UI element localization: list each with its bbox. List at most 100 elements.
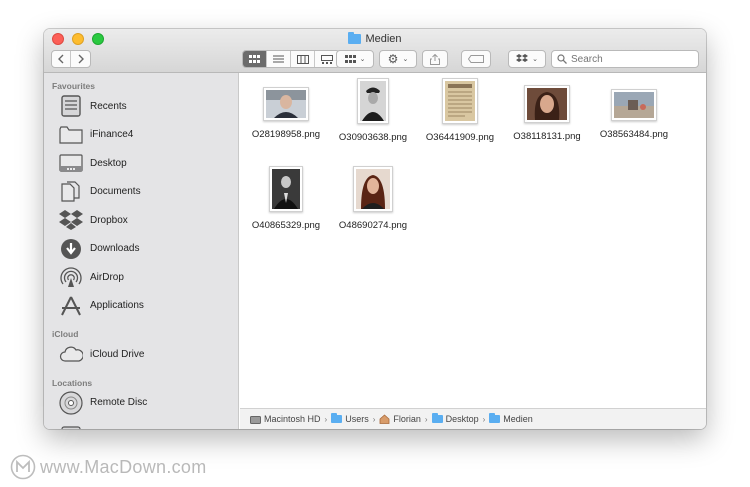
column-view-button[interactable] (291, 51, 315, 67)
gear-icon: ⚙ (387, 52, 399, 66)
search-icon (557, 54, 567, 64)
file-item[interactable]: O28198958.png (242, 87, 330, 140)
back-button[interactable] (52, 51, 72, 67)
file-name: O38563484.png (599, 129, 669, 140)
dropbox-icon (59, 209, 83, 231)
file-thumbnail (357, 78, 389, 124)
file-thumbnail (269, 166, 303, 212)
file-item[interactable]: O38118131.png (503, 85, 591, 142)
downloads-icon (59, 238, 83, 260)
folder-icon (348, 32, 362, 44)
sidebar-item-partial[interactable] (44, 417, 238, 429)
column-view-icon (296, 54, 309, 64)
chevron-right-icon: › (324, 414, 328, 424)
path-segment-users[interactable]: Users (331, 413, 369, 424)
sidebar-item-recents[interactable]: Recents (44, 92, 238, 121)
file-thumbnail (263, 87, 309, 121)
woman-portrait-thumbnail (527, 88, 567, 120)
sidebar-item-label: Desktop (90, 157, 127, 169)
forward-button[interactable] (71, 51, 90, 67)
share-icon (430, 53, 440, 65)
path-segment-medien[interactable]: Medien (489, 413, 533, 424)
chevron-right-icon: › (424, 414, 428, 424)
path-segment-label: Macintosh HD (264, 414, 321, 424)
action-button[interactable]: ⚙ ⌄ (379, 50, 417, 68)
sidebar-item-label: Downloads (90, 243, 140, 255)
gallery-view-icon (321, 54, 333, 64)
recents-icon (59, 95, 83, 117)
desktop-icon (59, 152, 83, 174)
dropbox-icon (516, 54, 529, 62)
folder-icon (489, 413, 501, 423)
newspaper-thumbnail (445, 81, 475, 121)
path-segment-label: Medien (503, 414, 533, 424)
file-item[interactable]: O30903638.png (329, 78, 417, 143)
icon-view-icon (249, 54, 260, 63)
home-icon (379, 414, 390, 424)
folder-icon (59, 124, 83, 146)
documents-icon (59, 181, 83, 203)
sidebar-item-ifinance4[interactable]: iFinance4 (44, 121, 238, 150)
cloud-icon (59, 343, 83, 365)
chevron-right-icon: › (372, 414, 376, 424)
file-item[interactable]: O36441909.png (416, 78, 504, 143)
sidebar-item-applications[interactable]: Applications (44, 292, 238, 321)
sidebar-item-downloads[interactable]: Downloads (44, 235, 238, 264)
path-segment-label: Florian (393, 414, 421, 424)
file-name: O28198958.png (251, 129, 321, 140)
icon-view-button[interactable] (243, 51, 267, 67)
sidebar-item-dropbox[interactable]: Dropbox (44, 206, 238, 235)
sidebar-item-label: Remote Disc (90, 397, 148, 409)
sidebar-item-label: Applications (90, 300, 144, 312)
locations-header: Locations (52, 377, 93, 388)
list-view-button[interactable] (267, 51, 291, 67)
window-title: Medien (44, 32, 706, 45)
finder-window: Medien ⌄ ⚙ ⌄ ⌄ Search Favourites Recents… (44, 29, 706, 429)
file-thumbnail (524, 85, 570, 123)
search-field[interactable] (551, 50, 699, 68)
file-item[interactable]: O48690274.png (329, 166, 417, 231)
sidebar-item-remote-disc[interactable]: Remote Disc (44, 389, 238, 418)
harddisk-icon (59, 420, 83, 429)
sidebar-item-label: iFinance4 (90, 129, 134, 141)
list-view-icon (273, 55, 284, 62)
path-bar: Macintosh HD › Users › Florian › Desktop… (240, 408, 706, 429)
folder-icon (431, 413, 443, 423)
tags-button[interactable] (461, 50, 491, 68)
chevron-right-icon (78, 54, 84, 64)
sidebar-item-label: AirDrop (90, 271, 124, 283)
folder-icon (331, 413, 343, 423)
group-by-button[interactable]: ⌄ (336, 50, 374, 68)
sidebar-item-label: Documents (90, 186, 141, 198)
man-portrait-thumbnail (266, 90, 306, 118)
search-input[interactable] (571, 53, 691, 65)
sidebar-item-airdrop[interactable]: AirDrop (44, 263, 238, 292)
path-segment-florian[interactable]: Florian (379, 414, 421, 424)
file-item[interactable]: O40865329.png (242, 166, 330, 231)
sidebar-item-icloud-drive[interactable]: iCloud Drive (44, 340, 238, 369)
file-name: O40865329.png (251, 220, 321, 231)
toolbar: Medien ⌄ ⚙ ⌄ ⌄ Search (44, 29, 706, 73)
man-suit-portrait-thumbnail (272, 169, 300, 209)
tag-icon (468, 55, 484, 63)
airdrop-icon (59, 266, 83, 288)
dropbox-button[interactable]: ⌄ (508, 50, 546, 68)
applications-icon (59, 295, 83, 317)
path-segment-desktop[interactable]: Desktop (431, 413, 479, 424)
sidebar-item-documents[interactable]: Documents (44, 178, 238, 207)
path-segment-label: Users (345, 414, 369, 424)
file-item[interactable]: O38563484.png (590, 89, 678, 140)
chevron-down-icon: ⌄ (402, 56, 409, 63)
landscape-photo-thumbnail (614, 92, 654, 118)
path-segment-macintosh-hd[interactable]: Macintosh HD (250, 414, 321, 424)
watermark: www.MacDown.com (10, 454, 207, 480)
sidebar-item-label: iCloud Drive (90, 348, 145, 360)
sidebar-item-label: Recents (90, 100, 127, 112)
icloud-header: iCloud (52, 329, 79, 339)
sidebar-item-desktop[interactable]: Desktop (44, 149, 238, 178)
chevron-down-icon: ⌄ (359, 56, 366, 63)
chevron-left-icon (58, 54, 64, 64)
sidebar-item-label: Dropbox (90, 214, 128, 226)
file-thumbnail (353, 166, 393, 212)
share-button[interactable] (422, 50, 448, 68)
